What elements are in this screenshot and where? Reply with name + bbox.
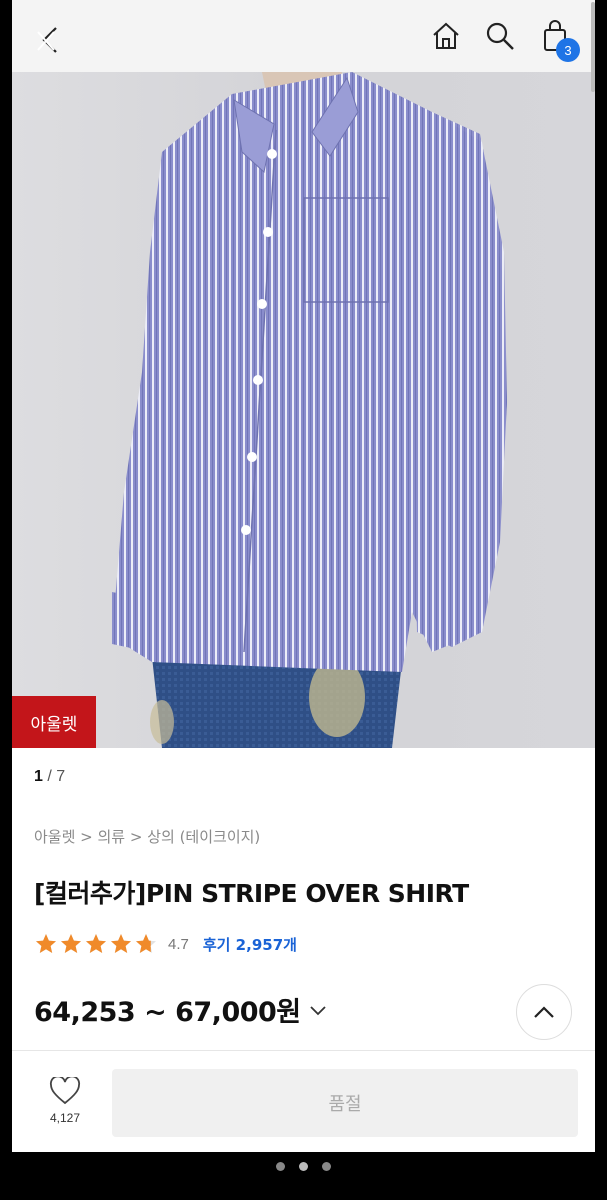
- wishlist-count: 4,127: [49, 1111, 81, 1125]
- back-chevron-icon[interactable]: [26, 18, 70, 62]
- rating-stars: [34, 932, 158, 956]
- rating-row: 4.7 후기 2,957개: [34, 930, 297, 958]
- bottom-action-bar: 4,127 품절: [12, 1050, 595, 1152]
- image-pager: 1 / 7: [34, 768, 65, 786]
- page-indicator-dots: [0, 1162, 607, 1171]
- star-icon: [36, 934, 56, 953]
- search-icon[interactable]: [482, 18, 518, 54]
- app-frame: 3 아울렛 1 / 7 아울렛 > 의류 > 상의 (테이크이지) [컬러추가]…: [12, 0, 595, 1152]
- breadcrumb[interactable]: 아울렛 > 의류 > 상의 (테이크이지): [34, 826, 260, 847]
- heart-icon: [49, 1077, 81, 1105]
- review-count-link[interactable]: 후기 2,957개: [203, 934, 297, 955]
- product-image[interactable]: [12, 72, 595, 748]
- page-dot: [322, 1162, 331, 1171]
- scroll-top-button[interactable]: [516, 984, 572, 1040]
- price-text: 64,253 ~ 67,000원: [34, 997, 301, 1028]
- product-title: [컬러추가]PIN STRIPE OVER SHIRT: [34, 879, 469, 908]
- star-icon: [136, 934, 156, 953]
- page-dot: [299, 1162, 308, 1171]
- star-icon: [111, 934, 131, 953]
- page-dot: [276, 1162, 285, 1171]
- chevron-up-icon: [534, 1006, 554, 1018]
- chevron-down-icon[interactable]: [309, 1004, 327, 1016]
- home-icon[interactable]: [428, 18, 464, 54]
- star-icon: [61, 934, 81, 953]
- sold-out-button[interactable]: 품절: [112, 1069, 578, 1137]
- wishlist-button[interactable]: 4,127: [34, 1077, 96, 1137]
- scrollbar[interactable]: [591, 2, 595, 92]
- star-icon: [86, 934, 106, 953]
- rating-value: 4.7: [168, 935, 189, 953]
- price-range[interactable]: 64,253 ~ 67,000원: [34, 990, 327, 1029]
- cart-count-badge: 3: [556, 38, 580, 62]
- outlet-tag: 아울렛: [12, 696, 96, 748]
- top-header: 3: [12, 0, 595, 72]
- pager-total: / 7: [47, 768, 66, 785]
- pager-current: 1: [34, 768, 43, 785]
